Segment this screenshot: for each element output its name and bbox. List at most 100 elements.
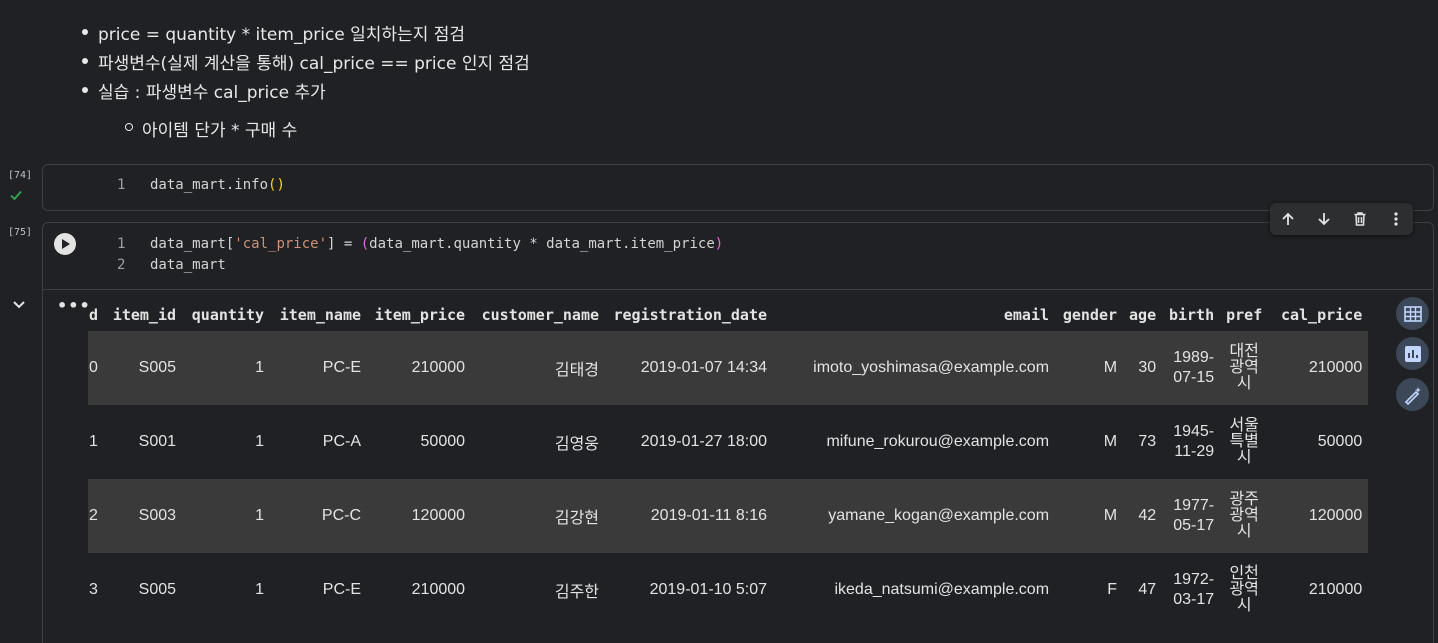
cell-registration-date: 2019-01-10 5:07 [605, 553, 774, 627]
row-index: 2 [88, 479, 105, 553]
cell-gender: M [1055, 331, 1124, 405]
cell-email: yamane_kogan@example.com [773, 479, 1056, 553]
column-header: email [1003, 305, 1050, 324]
cell-customer-name: 김영웅 [471, 405, 606, 479]
arrow-up-icon[interactable] [1278, 209, 1298, 229]
cell-quantity: 1 [182, 553, 271, 627]
column-header: customer_name [481, 305, 600, 324]
output-menu-button[interactable]: ••• [57, 296, 91, 315]
markdown-bullet: price = quantity * item_price 일치하는지 점검 [81, 20, 465, 45]
table-row: 2 S003 1 PC-C 120000 김강현 2019-01-11 8:16… [88, 479, 1369, 553]
cell-quantity: 1 [182, 405, 271, 479]
pref-part: 광역 [1229, 507, 1259, 524]
birth-part: 1972- [1173, 571, 1215, 588]
cell-item-price: 210000 [367, 331, 472, 405]
code-paren: ( [360, 236, 370, 252]
birth-part: 1989- [1173, 349, 1215, 366]
execution-count: [75] [8, 227, 33, 238]
pref-part: 광역 [1229, 581, 1259, 598]
code-paren: ) [714, 236, 724, 252]
cell-item-name: PC-E [270, 553, 368, 627]
run-cell-button[interactable] [54, 233, 76, 255]
birth-part: 11-29 [1174, 443, 1215, 460]
cell-quantity: 1 [182, 331, 271, 405]
cell-age: 30 [1123, 331, 1163, 405]
birth-part: 1945- [1173, 423, 1215, 440]
column-header: pref [1226, 305, 1263, 324]
code-token: data_mart.quantity * data_mart.item_pric… [369, 236, 715, 252]
cell-item-id: S001 [104, 405, 183, 479]
pref-part: 광역 [1229, 359, 1259, 376]
cell-quantity: 1 [182, 479, 271, 553]
table-row: 3 S005 1 PC-E 210000 김주한 2019-01-10 5:07… [88, 553, 1369, 627]
table-row: 1 S001 1 PC-A 50000 김영웅 2019-01-27 18:00… [88, 405, 1369, 479]
pref-part: 시 [1236, 523, 1252, 540]
cell-pref: 서울 특별 시 [1220, 405, 1269, 479]
cell-item-price: 210000 [367, 553, 472, 627]
column-header: registration_date [613, 305, 768, 324]
column-header: item_id [112, 305, 177, 324]
row-index: 3 [88, 553, 105, 627]
pref-part: 시 [1236, 597, 1252, 614]
pref-part: 특별 [1229, 433, 1259, 450]
cell-age: 47 [1123, 553, 1163, 627]
cell-birth: 1972- 03-17 [1162, 553, 1221, 627]
magic-wand-icon[interactable] [1396, 378, 1429, 411]
cell-customer-name: 김주한 [471, 553, 606, 627]
pref-part: 서울 [1229, 417, 1259, 434]
cell-divider [43, 289, 1433, 290]
code-line-1[interactable]: data_mart['cal_price'] = (data_mart.quan… [150, 236, 723, 252]
row-index: 0 [88, 331, 105, 405]
markdown-bullet: 파생변수(실제 계산을 통해) cal_price == price 인지 점검 [82, 49, 530, 74]
chart-icon[interactable] [1396, 337, 1429, 370]
cell-email: ikeda_natsumi@example.com [773, 553, 1056, 627]
cell-item-name: PC-E [270, 331, 368, 405]
code-string: 'cal_price' [234, 236, 328, 252]
more-vert-icon[interactable] [1386, 209, 1406, 229]
cell-customer-name: 김강현 [471, 479, 606, 553]
cell-item-name: PC-A [270, 405, 368, 479]
cell-gender: F [1055, 553, 1124, 627]
markdown-subbullet: 아이템 단가 * 구매 수 [124, 116, 297, 141]
cell-item-price: 50000 [367, 405, 472, 479]
cell-cal-price: 210000 [1268, 553, 1369, 627]
column-header: quantity [191, 305, 265, 324]
pref-part: 시 [1236, 375, 1252, 392]
pref-part: 인천 [1229, 565, 1259, 582]
cell-birth: 1989- 07-15 [1162, 331, 1221, 405]
cell-registration-date: 2019-01-27 18:00 [605, 405, 774, 479]
dataframe-table: d item_id quantity item_name item_price … [88, 298, 1369, 627]
cell-gender: M [1055, 405, 1124, 479]
column-header: item_name [279, 305, 362, 324]
cell-registration-date: 2019-01-07 14:34 [605, 331, 774, 405]
cell-age: 73 [1123, 405, 1163, 479]
pref-part: 광주 [1229, 491, 1259, 508]
line-number: 1 [117, 177, 126, 193]
column-header: birth [1168, 305, 1215, 324]
chevron-down-icon[interactable] [10, 296, 28, 314]
code-cell-74[interactable]: 1 data_mart.info() [42, 164, 1434, 211]
trash-icon[interactable] [1350, 209, 1370, 229]
birth-part: 05-17 [1173, 517, 1215, 534]
pref-part: 대전 [1229, 343, 1259, 360]
column-header: item_price [374, 305, 466, 324]
cell-item-price: 120000 [367, 479, 472, 553]
cell-pref: 광주 광역 시 [1220, 479, 1269, 553]
line-number: 1 [117, 236, 126, 252]
table-header-row: d item_id quantity item_name item_price … [88, 298, 1368, 331]
table-row: 0 S005 1 PC-E 210000 김태경 2019-01-07 14:3… [88, 331, 1369, 405]
cell-cal-price: 210000 [1268, 331, 1369, 405]
code-line[interactable]: data_mart.info() [150, 177, 285, 193]
code-token: ] = [327, 236, 361, 252]
birth-part: 07-15 [1173, 369, 1215, 386]
markdown-bullet: 실습 : 파생변수 cal_price 추가 [82, 78, 326, 103]
cell-customer-name: 김태경 [471, 331, 606, 405]
arrow-down-icon[interactable] [1314, 209, 1334, 229]
birth-part: 1977- [1173, 497, 1215, 514]
table-icon[interactable] [1396, 297, 1429, 330]
column-header: gender [1062, 305, 1118, 324]
cell-birth: 1945- 11-29 [1162, 405, 1221, 479]
line-number: 2 [117, 257, 126, 273]
code-line-2[interactable]: data_mart [150, 257, 226, 273]
birth-part: 03-17 [1173, 591, 1215, 608]
